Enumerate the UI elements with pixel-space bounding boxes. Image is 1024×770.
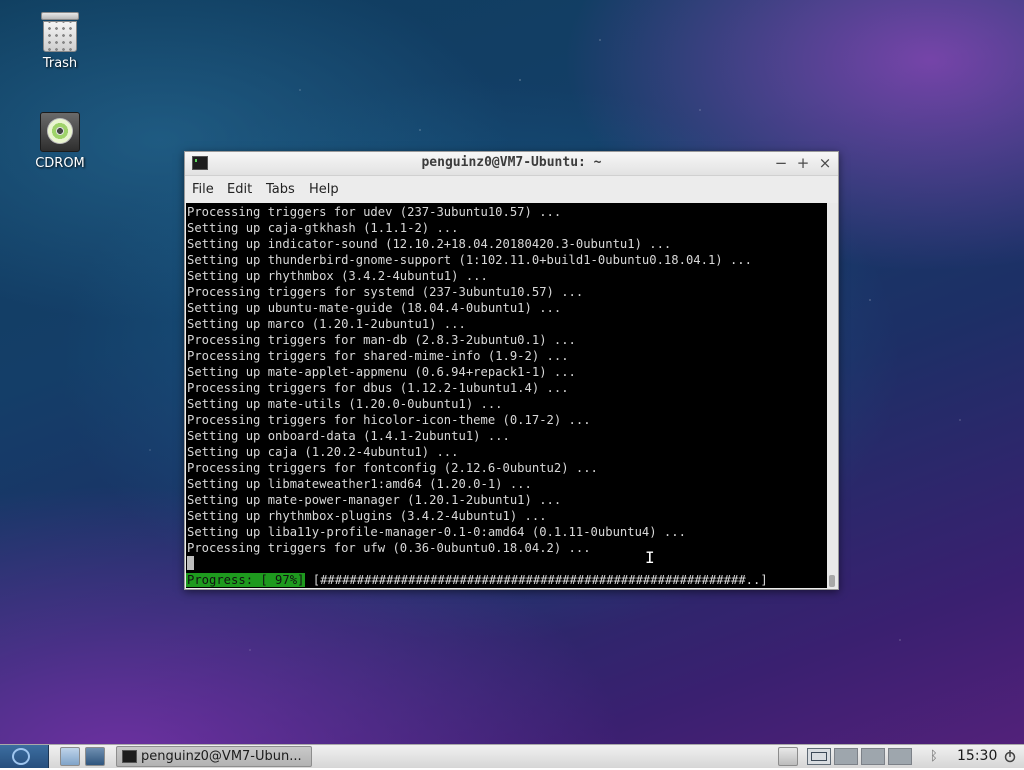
terminal-line: Setting up mate-utils (1.20.0-0ubuntu1) … bbox=[187, 397, 503, 411]
close-button[interactable]: × bbox=[816, 154, 834, 172]
mouse-ibeam-cursor-icon: I bbox=[645, 548, 655, 567]
progress-line: Progress: [ 97%] [######################… bbox=[186, 572, 768, 588]
desktop: Trash CDROM penguinz0@VM7-Ubuntu: ~ − + … bbox=[0, 0, 1024, 744]
terminal-line: Setting up indicator-sound (12.10.2+18.0… bbox=[187, 237, 672, 251]
terminal-scrollbar[interactable] bbox=[827, 203, 838, 588]
start-menu-button[interactable] bbox=[0, 745, 49, 768]
workspace-3[interactable] bbox=[861, 748, 885, 765]
terminal-app-icon bbox=[122, 750, 137, 763]
scrollbar-thumb[interactable] bbox=[829, 575, 835, 587]
terminal-line: Setting up thunderbird-gnome-support (1:… bbox=[187, 253, 752, 267]
progress-bar: [#######################################… bbox=[305, 573, 768, 587]
menu-tabs[interactable]: Tabs bbox=[266, 182, 295, 197]
taskbar: penguinz0@VM7-Ubun... ᛒ 15:30 bbox=[0, 744, 1024, 768]
terminal-line: Setting up rhythmbox-plugins (3.4.2-4ubu… bbox=[187, 509, 547, 523]
clock[interactable]: 15:30 bbox=[957, 748, 997, 764]
menu-bar: File Edit Tabs Help bbox=[185, 180, 838, 200]
progress-label: Progress: [ 97%] bbox=[186, 573, 306, 587]
terminal-line: Processing triggers for fontconfig (2.12… bbox=[187, 461, 598, 475]
terminal-line: Processing triggers for hicolor-icon-the… bbox=[187, 413, 591, 427]
desktop-icon-label: Trash bbox=[42, 56, 78, 71]
terminal-line: Setting up onboard-data (1.4.1-2ubuntu1)… bbox=[187, 429, 510, 443]
terminal-line: Processing triggers for ufw (0.36-0ubunt… bbox=[187, 541, 591, 555]
terminal-line: Setting up mate-applet-appmenu (0.6.94+r… bbox=[187, 365, 576, 379]
maximize-button[interactable]: + bbox=[794, 154, 812, 172]
terminal-line: Setting up ubuntu-mate-guide (18.04.4-0u… bbox=[187, 301, 562, 315]
terminal-line: Setting up liba11y-profile-manager-0.1-0… bbox=[187, 525, 686, 539]
workspace-2[interactable] bbox=[834, 748, 858, 765]
terminal-line: Setting up caja (1.20.2-4ubuntu1) ... bbox=[187, 445, 459, 459]
terminal-line: Setting up caja-gtkhash (1.1.1-2) ... bbox=[187, 221, 459, 235]
terminal-line: Processing triggers for udev (237-3ubunt… bbox=[187, 205, 562, 219]
file-manager-launcher-icon[interactable] bbox=[85, 747, 105, 766]
window-title: penguinz0@VM7-Ubuntu: ~ bbox=[421, 155, 602, 170]
terminal-line: Setting up rhythmbox (3.4.2-4ubuntu1) ..… bbox=[187, 269, 488, 283]
cdrom-icon bbox=[40, 112, 80, 152]
taskbar-window-label: penguinz0@VM7-Ubun... bbox=[141, 749, 302, 764]
text-cursor bbox=[187, 556, 194, 570]
workspace-1[interactable] bbox=[807, 748, 831, 765]
window-titlebar[interactable]: penguinz0@VM7-Ubuntu: ~ − + × bbox=[185, 152, 838, 176]
desktop-icon-cdrom[interactable]: CDROM bbox=[15, 112, 105, 171]
terminal-window: penguinz0@VM7-Ubuntu: ~ − + × File Edit … bbox=[184, 151, 839, 590]
distro-logo-icon bbox=[12, 748, 30, 765]
workspace-4[interactable] bbox=[888, 748, 912, 765]
menu-edit[interactable]: Edit bbox=[227, 182, 252, 197]
desktop-icon-label: CDROM bbox=[35, 156, 85, 171]
terminal-line: Processing triggers for dbus (1.12.2-1ub… bbox=[187, 381, 569, 395]
terminal-line: Setting up marco (1.20.1-2ubuntu1) ... bbox=[187, 317, 466, 331]
minimize-button[interactable]: − bbox=[772, 154, 790, 172]
menu-help[interactable]: Help bbox=[309, 182, 339, 197]
terminal-line: Setting up libmateweather1:amd64 (1.20.0… bbox=[187, 477, 532, 491]
desktop-icon-trash[interactable]: Trash bbox=[15, 12, 105, 71]
window-list-icon[interactable] bbox=[778, 747, 798, 766]
menu-file[interactable]: File bbox=[192, 182, 214, 197]
terminal-line: Processing triggers for systemd (237-3ub… bbox=[187, 285, 584, 299]
taskbar-window-button[interactable]: penguinz0@VM7-Ubun... bbox=[116, 746, 312, 767]
terminal-output[interactable]: Processing triggers for udev (237-3ubunt… bbox=[186, 203, 827, 588]
power-icon[interactable] bbox=[1004, 747, 1016, 766]
terminal-line: Processing triggers for shared-mime-info… bbox=[187, 349, 569, 363]
trash-icon bbox=[40, 12, 80, 52]
terminal-line: Setting up mate-power-manager (1.20.1-2u… bbox=[187, 493, 562, 507]
show-desktop-icon[interactable] bbox=[60, 747, 80, 766]
terminal-line: Processing triggers for man-db (2.8.3-2u… bbox=[187, 333, 576, 347]
bluetooth-icon[interactable]: ᛒ bbox=[930, 749, 938, 764]
